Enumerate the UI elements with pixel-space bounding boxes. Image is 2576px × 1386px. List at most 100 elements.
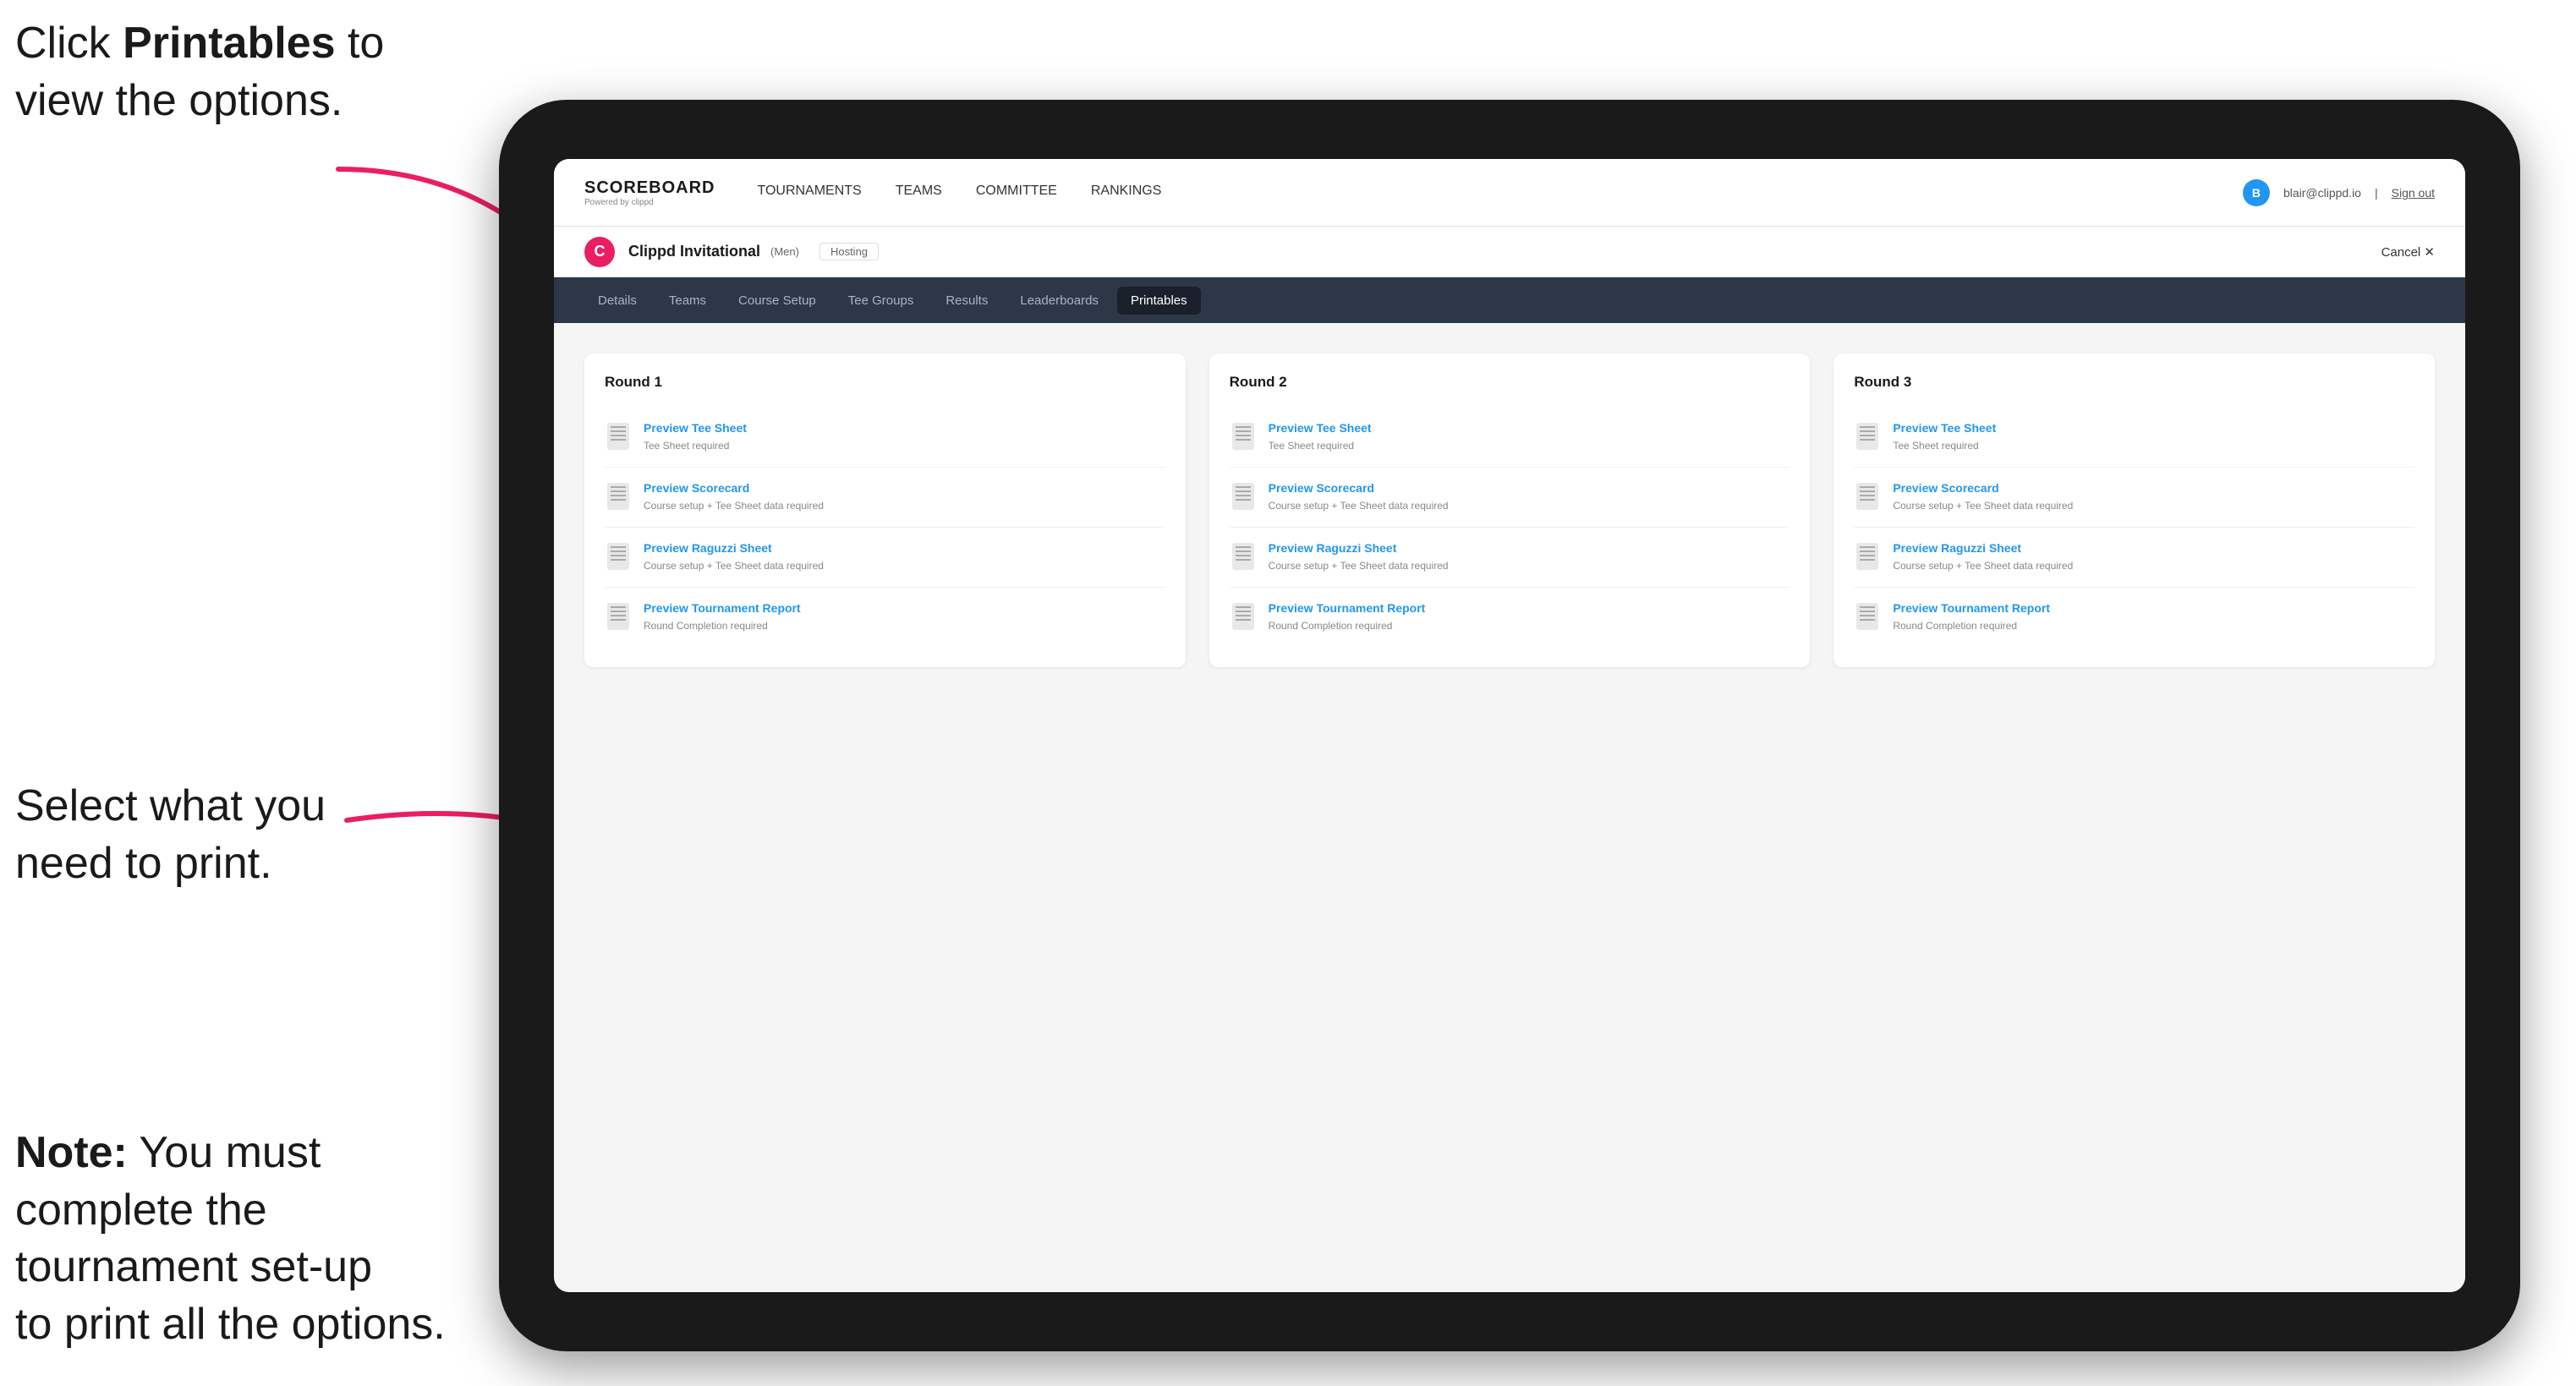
- round1-scorecard-text: Preview Scorecard Course setup + Tee She…: [644, 481, 824, 513]
- round1-scorecard[interactable]: Preview Scorecard Course setup + Tee She…: [605, 468, 1165, 528]
- round-2-title: Round 2: [1230, 374, 1790, 391]
- round2-raguzzi-text: Preview Raguzzi Sheet Course setup + Tee…: [1269, 541, 1449, 573]
- annotation-top-text: Click Printables toview the options.: [15, 19, 384, 125]
- round1-tee-sheet-text: Preview Tee Sheet Tee Sheet required: [644, 421, 747, 453]
- round2-raguzzi-title: Preview Raguzzi Sheet: [1269, 541, 1449, 555]
- doc-icon-9: [1856, 423, 1878, 450]
- round3-tee-sheet-title: Preview Tee Sheet: [1893, 421, 1996, 435]
- round-2-section: Round 2 Preview Tee Sheet Tee Sheet requ…: [1209, 353, 1811, 667]
- nav-teams[interactable]: TEAMS: [896, 177, 942, 208]
- subnav-course-setup[interactable]: Course Setup: [725, 287, 830, 315]
- rounds-container: Round 1 Preview Tee Sheet Tee Sheet requ…: [584, 353, 2435, 667]
- round1-scorecard-title: Preview Scorecard: [644, 481, 824, 495]
- tournament-name: Clippd Invitational: [628, 243, 760, 260]
- annotation-middle-text: Select what youneed to print.: [15, 781, 326, 888]
- round1-report-subtitle: Round Completion required: [644, 620, 768, 632]
- round1-report-text: Preview Tournament Report Round Completi…: [644, 601, 801, 633]
- doc-icon-3: [607, 543, 629, 570]
- annotation-bottom: Note: You mustcomplete thetournament set…: [15, 1125, 506, 1353]
- round3-raguzzi-subtitle: Course setup + Tee Sheet data required: [1893, 560, 2073, 572]
- sign-out-link[interactable]: Sign out: [2392, 186, 2435, 200]
- tournament-bar: C Clippd Invitational (Men) Hosting Canc…: [554, 227, 2465, 277]
- round3-raguzzi[interactable]: Preview Raguzzi Sheet Course setup + Tee…: [1854, 528, 2414, 588]
- nav-committee[interactable]: COMMITTEE: [976, 177, 1057, 208]
- round3-raguzzi-title: Preview Raguzzi Sheet: [1893, 541, 2073, 555]
- hosting-badge: Hosting: [819, 243, 879, 260]
- round2-tee-sheet[interactable]: Preview Tee Sheet Tee Sheet required: [1230, 408, 1790, 468]
- round3-report-subtitle: Round Completion required: [1893, 620, 2017, 632]
- round-1-title: Round 1: [605, 374, 1165, 391]
- annotation-bottom-text: Note: You mustcomplete thetournament set…: [15, 1128, 446, 1349]
- annotation-middle: Select what youneed to print.: [15, 778, 489, 892]
- report-icon-1: [605, 601, 632, 632]
- round3-raguzzi-text: Preview Raguzzi Sheet Course setup + Tee…: [1893, 541, 2073, 573]
- raguzzi-icon-2: [1230, 541, 1257, 572]
- logo-title: SCOREBOARD: [584, 178, 715, 198]
- round2-raguzzi-subtitle: Course setup + Tee Sheet data required: [1269, 560, 1449, 572]
- top-nav-links: TOURNAMENTS TEAMS COMMITTEE RANKINGS: [757, 177, 2242, 208]
- round2-report-title: Preview Tournament Report: [1269, 601, 1426, 615]
- round2-tournament-report[interactable]: Preview Tournament Report Round Completi…: [1230, 588, 1790, 647]
- tournament-logo: C: [584, 237, 615, 267]
- main-content: Round 1 Preview Tee Sheet Tee Sheet requ…: [554, 323, 2465, 1292]
- user-avatar: B: [2243, 179, 2270, 206]
- round2-report-subtitle: Round Completion required: [1269, 620, 1393, 632]
- scorecard-icon-2: [1230, 481, 1257, 512]
- round2-tee-sheet-text: Preview Tee Sheet Tee Sheet required: [1269, 421, 1372, 453]
- round3-tee-sheet[interactable]: Preview Tee Sheet Tee Sheet required: [1854, 408, 2414, 468]
- round1-raguzzi-text: Preview Raguzzi Sheet Course setup + Tee…: [644, 541, 824, 573]
- top-nav-user: B blair@clippd.io | Sign out: [2243, 179, 2435, 206]
- pipe-separator: |: [2375, 186, 2378, 200]
- round3-scorecard-subtitle: Course setup + Tee Sheet data required: [1893, 500, 2073, 512]
- annotation-printables-bold: Printables: [123, 19, 335, 68]
- top-nav: SCOREBOARD Powered by clippd TOURNAMENTS…: [554, 159, 2465, 227]
- report-icon-2: [1230, 601, 1257, 632]
- nav-tournaments[interactable]: TOURNAMENTS: [757, 177, 861, 208]
- doc-icon-8: [1232, 603, 1254, 630]
- cancel-button[interactable]: Cancel ✕: [2381, 244, 2435, 260]
- round1-tournament-report[interactable]: Preview Tournament Report Round Completi…: [605, 588, 1165, 647]
- round2-scorecard-subtitle: Course setup + Tee Sheet data required: [1269, 500, 1449, 512]
- logo-subtitle: Powered by clippd: [584, 198, 715, 207]
- round3-tee-sheet-subtitle: Tee Sheet required: [1893, 440, 1978, 452]
- nav-rankings[interactable]: RANKINGS: [1091, 177, 1162, 208]
- subnav-results[interactable]: Results: [932, 287, 1001, 315]
- scorecard-icon-3: [1854, 481, 1881, 512]
- round-1-section: Round 1 Preview Tee Sheet Tee Sheet requ…: [584, 353, 1186, 667]
- scoreboard-logo: SCOREBOARD Powered by clippd: [584, 178, 715, 207]
- tablet-screen: SCOREBOARD Powered by clippd TOURNAMENTS…: [554, 159, 2465, 1292]
- round2-scorecard[interactable]: Preview Scorecard Course setup + Tee She…: [1230, 468, 1790, 528]
- subnav-leaderboards[interactable]: Leaderboards: [1006, 287, 1112, 315]
- round3-scorecard[interactable]: Preview Scorecard Course setup + Tee She…: [1854, 468, 2414, 528]
- round1-raguzzi[interactable]: Preview Raguzzi Sheet Course setup + Tee…: [605, 528, 1165, 588]
- round2-report-text: Preview Tournament Report Round Completi…: [1269, 601, 1426, 633]
- round1-scorecard-subtitle: Course setup + Tee Sheet data required: [644, 500, 824, 512]
- subnav-tee-groups[interactable]: Tee Groups: [835, 287, 928, 315]
- round3-scorecard-title: Preview Scorecard: [1893, 481, 2073, 495]
- round3-tee-sheet-text: Preview Tee Sheet Tee Sheet required: [1893, 421, 1996, 453]
- round1-tee-sheet-title: Preview Tee Sheet: [644, 421, 747, 435]
- subnav-teams[interactable]: Teams: [655, 287, 720, 315]
- annotation-top: Click Printables toview the options.: [15, 15, 489, 129]
- subnav-details[interactable]: Details: [584, 287, 650, 315]
- round2-raguzzi[interactable]: Preview Raguzzi Sheet Course setup + Tee…: [1230, 528, 1790, 588]
- round3-report-text: Preview Tournament Report Round Completi…: [1893, 601, 2050, 633]
- report-icon-3: [1854, 601, 1881, 632]
- round1-raguzzi-subtitle: Course setup + Tee Sheet data required: [644, 560, 824, 572]
- user-email: blair@clippd.io: [2283, 186, 2361, 200]
- raguzzi-icon-3: [1854, 541, 1881, 572]
- subnav-printables[interactable]: Printables: [1117, 287, 1201, 315]
- round1-tee-sheet[interactable]: Preview Tee Sheet Tee Sheet required: [605, 408, 1165, 468]
- round1-raguzzi-title: Preview Raguzzi Sheet: [644, 541, 824, 555]
- round-3-title: Round 3: [1854, 374, 2414, 391]
- round1-report-title: Preview Tournament Report: [644, 601, 801, 615]
- tablet-frame: SCOREBOARD Powered by clippd TOURNAMENTS…: [499, 100, 2520, 1351]
- tournament-badge: (Men): [770, 245, 799, 258]
- sub-nav: Details Teams Course Setup Tee Groups Re…: [554, 277, 2465, 323]
- round1-tee-sheet-subtitle: Tee Sheet required: [644, 440, 729, 452]
- round2-scorecard-text: Preview Scorecard Course setup + Tee She…: [1269, 481, 1449, 513]
- doc-icon-11: [1856, 543, 1878, 570]
- doc-icon-2: [607, 483, 629, 510]
- round3-tournament-report[interactable]: Preview Tournament Report Round Completi…: [1854, 588, 2414, 647]
- round2-tee-sheet-subtitle: Tee Sheet required: [1269, 440, 1354, 452]
